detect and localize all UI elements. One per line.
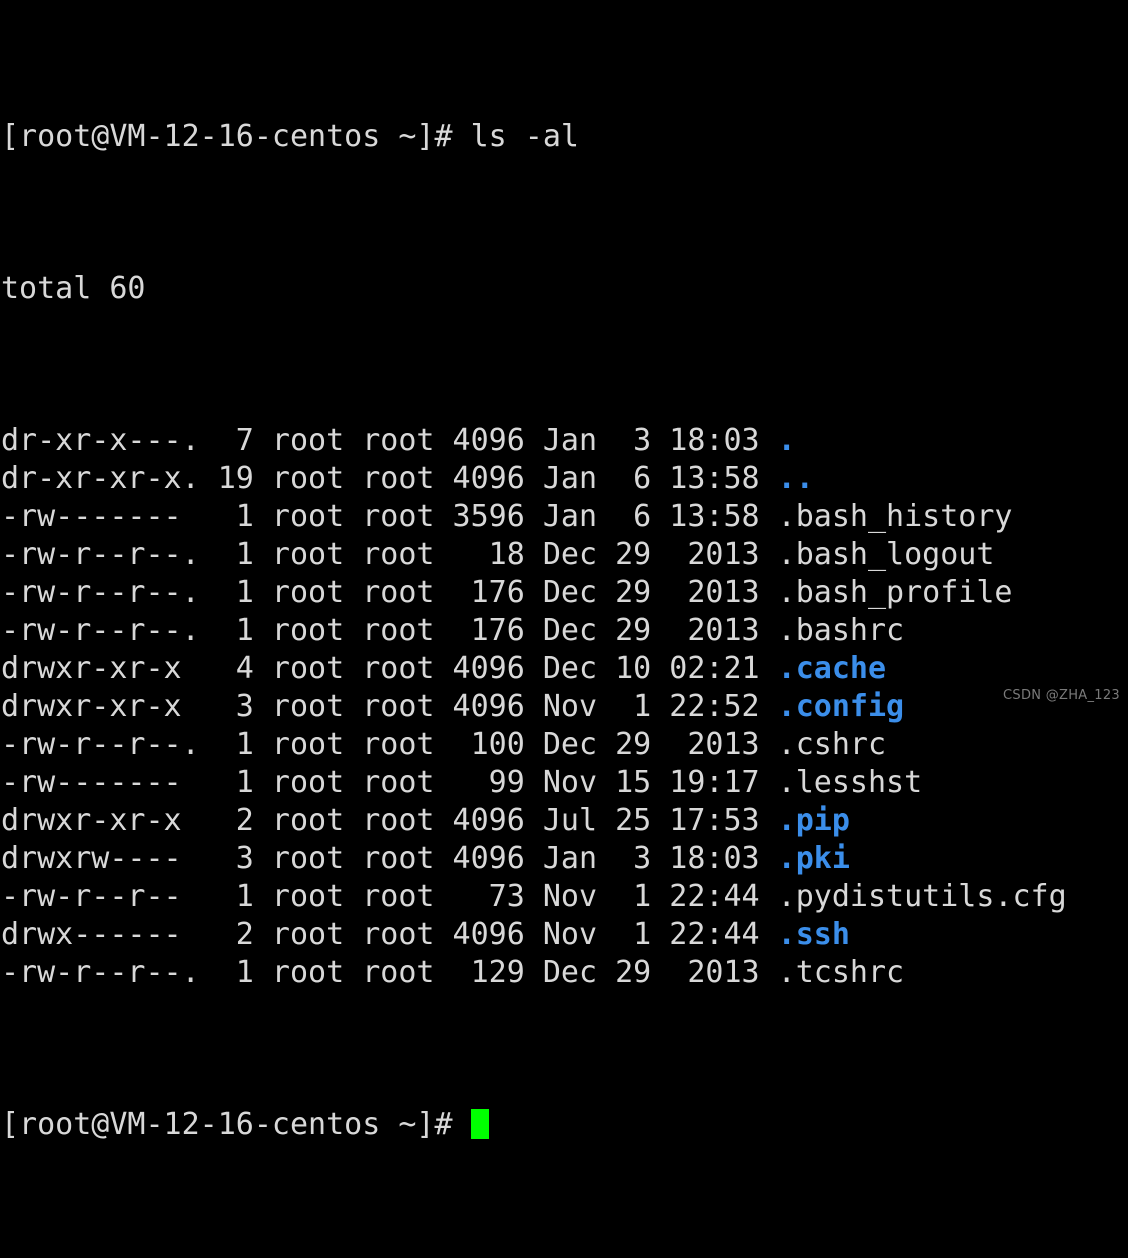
listing-row-filename: .bash_history [777, 499, 1013, 534]
listing-row: -rw------- 1 root root 99 Nov 15 19:17 .… [1, 764, 1128, 802]
listing-row-filename: .bash_profile [777, 575, 1013, 610]
listing-row: drwxr-xr-x 3 root root 4096 Nov 1 22:52 … [1, 688, 1128, 726]
listing-row-metadata: -rw-r--r--. 1 root root 129 Dec 29 2013 [1, 955, 778, 990]
listing-row: -rw-r--r-- 1 root root 73 Nov 1 22:44 .p… [1, 878, 1128, 916]
listing-row-metadata: drwxr-xr-x 2 root root 4096 Jul 25 17:53 [1, 803, 778, 838]
listing-row: -rw-r--r--. 1 root root 18 Dec 29 2013 .… [1, 536, 1128, 574]
listing-row: -rw------- 1 root root 3596 Jan 6 13:58 … [1, 498, 1128, 536]
terminal-line-total: total 60 [1, 270, 1128, 308]
listing-row-filename: .tcshrc [777, 955, 905, 990]
terminal-screen[interactable]: [root@VM-12-16-centos ~]# ls -al total 6… [1, 4, 1128, 1142]
listing-row-metadata: dr-xr-xr-x. 19 root root 4096 Jan 6 13:5… [1, 461, 778, 496]
text-cursor[interactable] [470, 1109, 489, 1139]
listing-row-metadata: drwxrw---- 3 root root 4096 Jan 3 18:03 [1, 841, 778, 876]
terminal-line-prompt-last: [root@VM-12-16-centos ~]# [1, 1106, 1128, 1144]
listing-row-metadata: dr-xr-x---. 7 root root 4096 Jan 3 18:03 [1, 423, 778, 458]
listing-row-metadata: -rw-r--r--. 1 root root 176 Dec 29 2013 [1, 575, 778, 610]
listing-row-metadata: -rw-r--r--. 1 root root 176 Dec 29 2013 [1, 613, 778, 648]
listing-row: drwxr-xr-x 4 root root 4096 Dec 10 02:21… [1, 650, 1128, 688]
listing-row-dirname: .ssh [777, 917, 850, 952]
terminal-line-command: [root@VM-12-16-centos ~]# ls -al [1, 118, 1128, 156]
listing-row-filename: .pydistutils.cfg [777, 879, 1067, 914]
listing-row: -rw-r--r--. 1 root root 129 Dec 29 2013 … [1, 954, 1128, 992]
listing-row-filename: .bash_logout [777, 537, 995, 572]
listing-row: drwx------ 2 root root 4096 Nov 1 22:44 … [1, 916, 1128, 954]
terminal-window[interactable]: [root@VM-12-16-centos ~]# ls -al total 6… [0, 0, 1128, 1142]
listing-row-metadata: -rw-r--r-- 1 root root 73 Nov 1 22:44 [1, 879, 778, 914]
directory-listing: dr-xr-x---. 7 root root 4096 Jan 3 18:03… [1, 422, 1128, 992]
listing-row-filename: .cshrc [777, 727, 887, 762]
total-text: total 60 [1, 271, 146, 306]
listing-row-dirname: .. [777, 461, 814, 496]
prompt-with-command: [root@VM-12-16-centos ~]# ls -al [1, 119, 579, 154]
prompt-text: [root@VM-12-16-centos ~]# [1, 1107, 471, 1142]
listing-row: dr-xr-x---. 7 root root 4096 Jan 3 18:03… [1, 422, 1128, 460]
listing-row: -rw-r--r--. 1 root root 176 Dec 29 2013 … [1, 574, 1128, 612]
listing-row: drwxr-xr-x 2 root root 4096 Jul 25 17:53… [1, 802, 1128, 840]
listing-row-filename: .lesshst [777, 765, 923, 800]
listing-row-metadata: drwx------ 2 root root 4096 Nov 1 22:44 [1, 917, 778, 952]
listing-row-metadata: -rw------- 1 root root 99 Nov 15 19:17 [1, 765, 778, 800]
listing-row-metadata: drwxr-xr-x 4 root root 4096 Dec 10 02:21 [1, 651, 778, 686]
watermark-label: CSDN @ZHA_123 [1003, 688, 1120, 703]
listing-row-dirname: .pki [777, 841, 850, 876]
listing-row-dirname: .cache [777, 651, 887, 686]
listing-row-dirname: . [777, 423, 796, 458]
listing-row-metadata: -rw------- 1 root root 3596 Jan 6 13:58 [1, 499, 778, 534]
listing-row-filename: .bashrc [777, 613, 905, 648]
listing-row: -rw-r--r--. 1 root root 176 Dec 29 2013 … [1, 612, 1128, 650]
listing-row: -rw-r--r--. 1 root root 100 Dec 29 2013 … [1, 726, 1128, 764]
listing-row-dirname: .pip [777, 803, 850, 838]
listing-row: dr-xr-xr-x. 19 root root 4096 Jan 6 13:5… [1, 460, 1128, 498]
listing-row: drwxrw---- 3 root root 4096 Jan 3 18:03 … [1, 840, 1128, 878]
listing-row-metadata: -rw-r--r--. 1 root root 100 Dec 29 2013 [1, 727, 778, 762]
listing-row-metadata: -rw-r--r--. 1 root root 18 Dec 29 2013 [1, 537, 778, 572]
